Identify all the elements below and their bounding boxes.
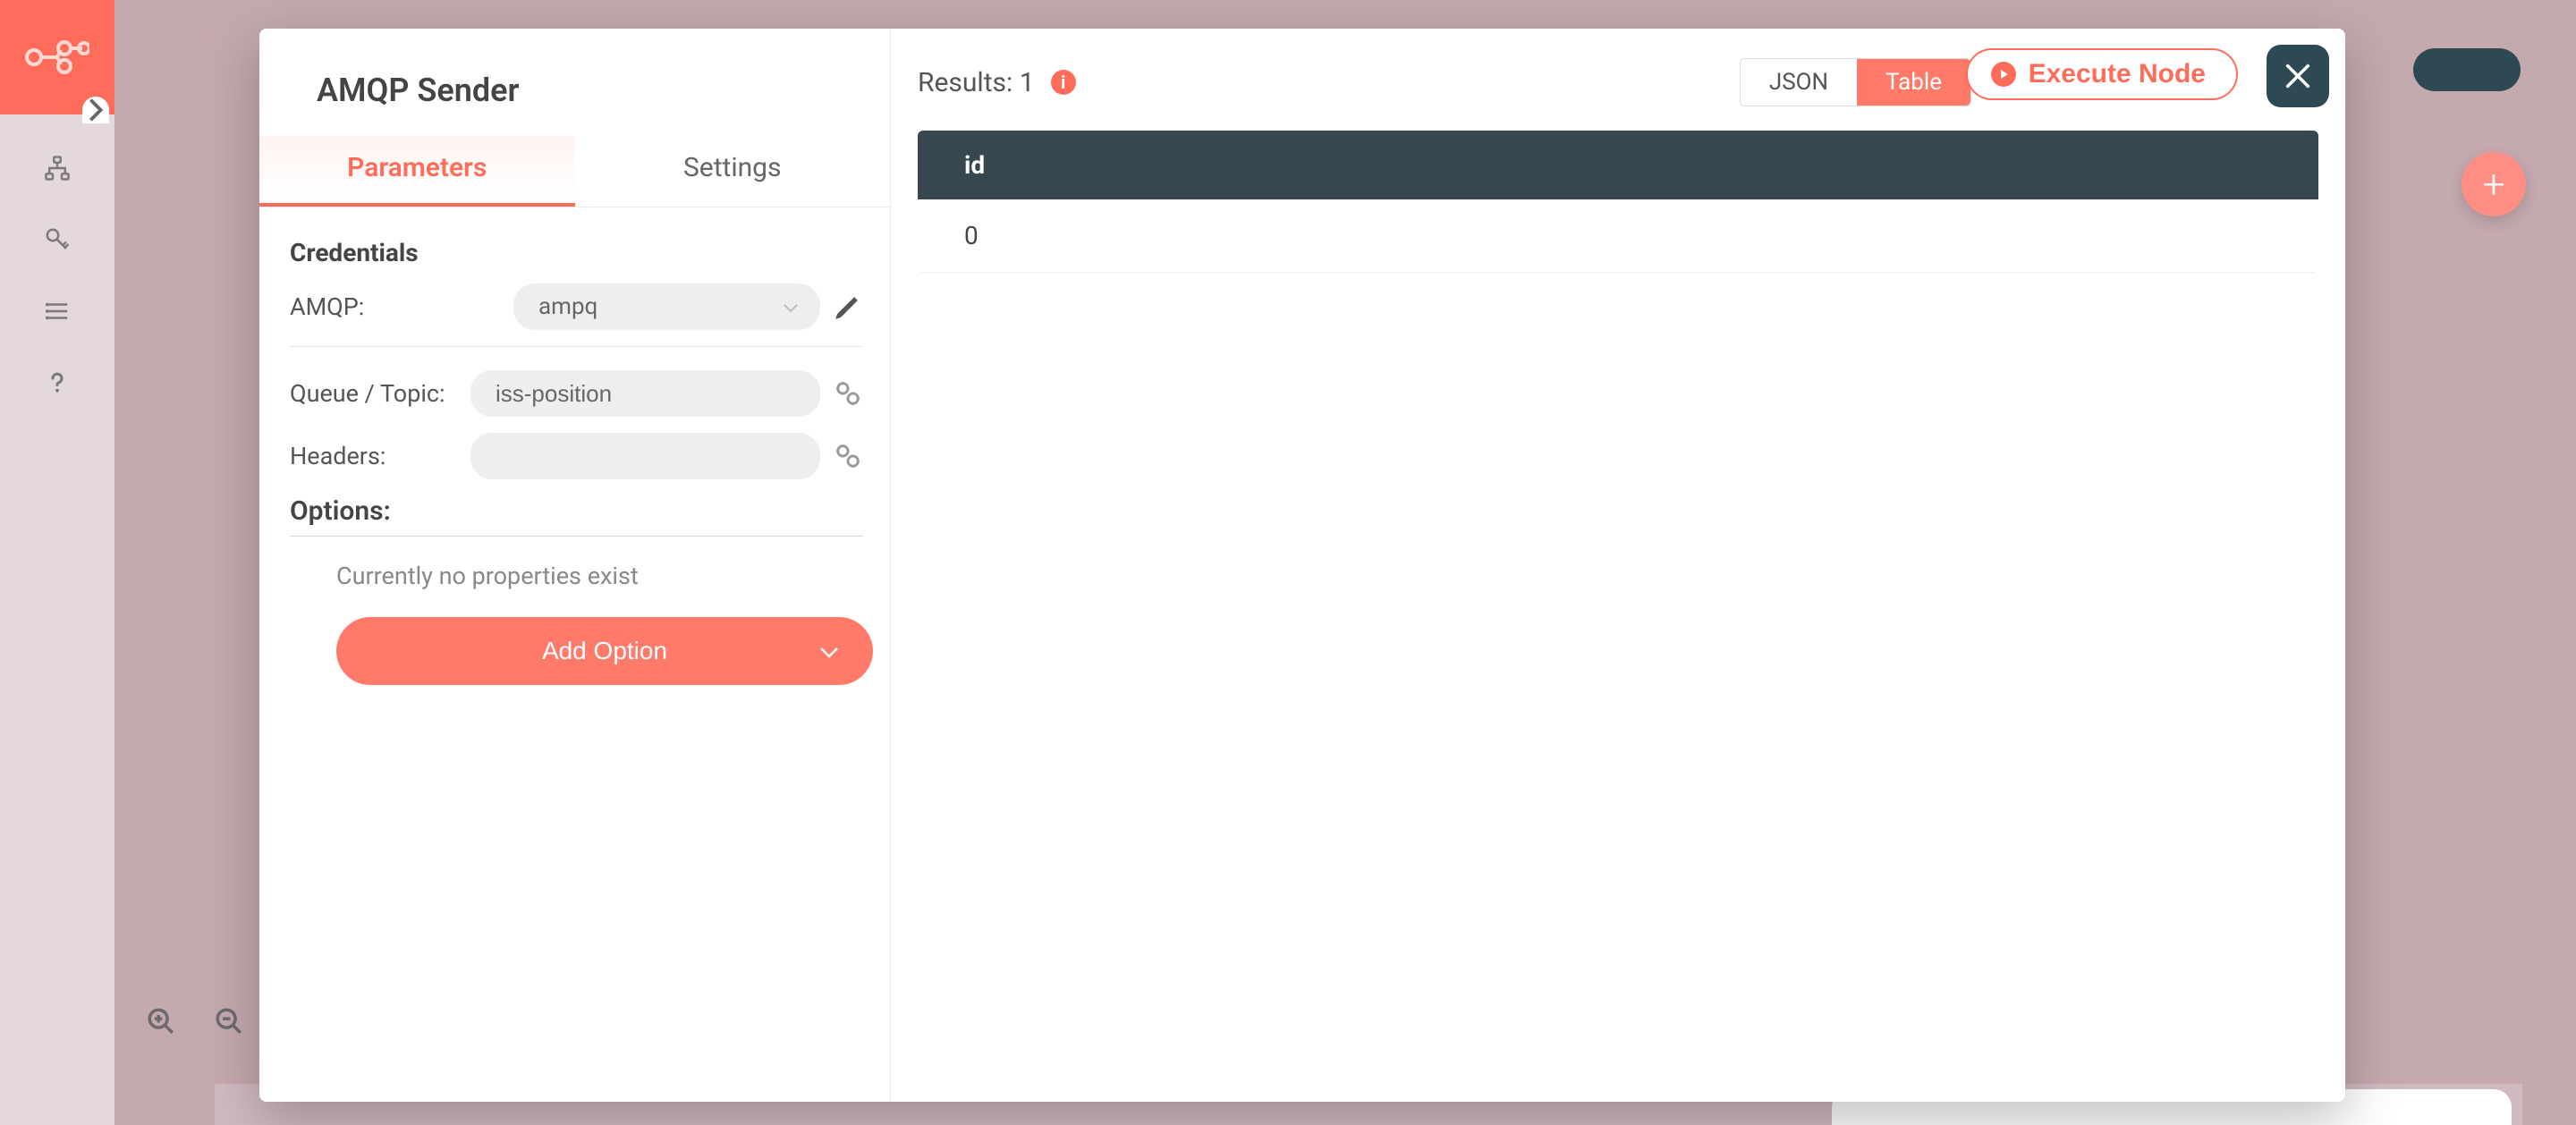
add-option-label: Add Option xyxy=(542,637,667,665)
zoom-controls xyxy=(143,1003,247,1039)
credentials-heading: Credentials xyxy=(290,238,863,267)
activation-toggle-bg xyxy=(2413,48,2521,91)
headers-label: Headers: xyxy=(290,442,470,470)
tab-settings[interactable]: Settings xyxy=(575,136,891,207)
results-label: Results: 1 xyxy=(918,67,1035,98)
amqp-credential-value: ampq xyxy=(538,293,597,320)
credentials-icon[interactable] xyxy=(39,222,75,258)
workflows-icon[interactable] xyxy=(39,150,75,186)
info-icon[interactable]: i xyxy=(1051,70,1076,95)
execute-label: Execute Node xyxy=(2029,59,2206,89)
modal-left-panel: AMQP Sender Parameters Settings Credenti… xyxy=(259,29,891,1102)
view-toggle: JSON Table xyxy=(1740,58,1971,106)
view-table-button[interactable]: Table xyxy=(1857,59,1970,106)
chevron-right-icon xyxy=(82,92,109,128)
parameters-panel: Credentials AMQP: ampq xyxy=(259,207,890,1102)
results-header-cell: id xyxy=(918,131,2318,199)
edit-credential-button[interactable] xyxy=(833,292,863,322)
help-icon[interactable] xyxy=(39,365,75,401)
results-row: 0 xyxy=(918,199,2318,273)
left-sidebar xyxy=(0,0,114,1125)
queue-row: Queue / Topic: xyxy=(290,370,863,417)
pencil-icon xyxy=(833,292,863,322)
zoom-in-button[interactable] xyxy=(143,1003,179,1039)
queue-input[interactable] xyxy=(470,370,820,417)
results-count: 1 xyxy=(1020,67,1035,98)
plus-icon: + xyxy=(2483,161,2505,207)
app-logo[interactable] xyxy=(0,0,114,114)
headers-input[interactable] xyxy=(470,433,820,479)
amqp-label: AMQP: xyxy=(290,292,513,321)
divider xyxy=(290,346,863,347)
zoom-in-icon xyxy=(146,1006,176,1036)
modal-right-panel: Results: 1 i JSON Table Execute Node id … xyxy=(891,29,2345,1102)
tab-bar: Parameters Settings xyxy=(259,136,890,207)
execute-node-button[interactable]: Execute Node xyxy=(1966,48,2238,100)
results-prefix: Results: xyxy=(918,67,1020,98)
close-icon xyxy=(2283,61,2313,91)
options-empty-text: Currently no properties exist xyxy=(290,537,863,612)
results-table: id 0 xyxy=(918,131,2318,273)
view-json-button[interactable]: JSON xyxy=(1741,59,1857,106)
tab-parameters[interactable]: Parameters xyxy=(259,136,575,207)
logo-icon xyxy=(25,39,89,75)
play-icon xyxy=(1991,62,2016,87)
close-button[interactable] xyxy=(2267,45,2329,107)
collapse-sidebar-button[interactable] xyxy=(82,97,109,123)
headers-options-button[interactable] xyxy=(833,441,863,471)
options-heading: Options: xyxy=(290,495,863,537)
add-option-button[interactable]: Add Option xyxy=(336,617,873,685)
node-settings-modal: AMQP Sender Parameters Settings Credenti… xyxy=(259,29,2345,1102)
executions-icon[interactable] xyxy=(39,293,75,329)
chevron-down-icon xyxy=(819,637,839,665)
zoom-out-button[interactable] xyxy=(211,1003,247,1039)
gears-icon xyxy=(833,441,863,471)
headers-row: Headers: xyxy=(290,433,863,479)
queue-options-button[interactable] xyxy=(833,378,863,409)
amqp-credential-row: AMQP: ampq xyxy=(290,283,863,330)
zoom-out-icon xyxy=(214,1006,244,1036)
chevron-down-icon xyxy=(783,293,799,320)
amqp-credential-select[interactable]: ampq xyxy=(513,283,820,330)
add-node-button[interactable]: + xyxy=(2462,152,2526,216)
gears-icon xyxy=(833,378,863,409)
node-title: AMQP Sender xyxy=(259,29,890,136)
queue-label: Queue / Topic: xyxy=(290,379,470,408)
